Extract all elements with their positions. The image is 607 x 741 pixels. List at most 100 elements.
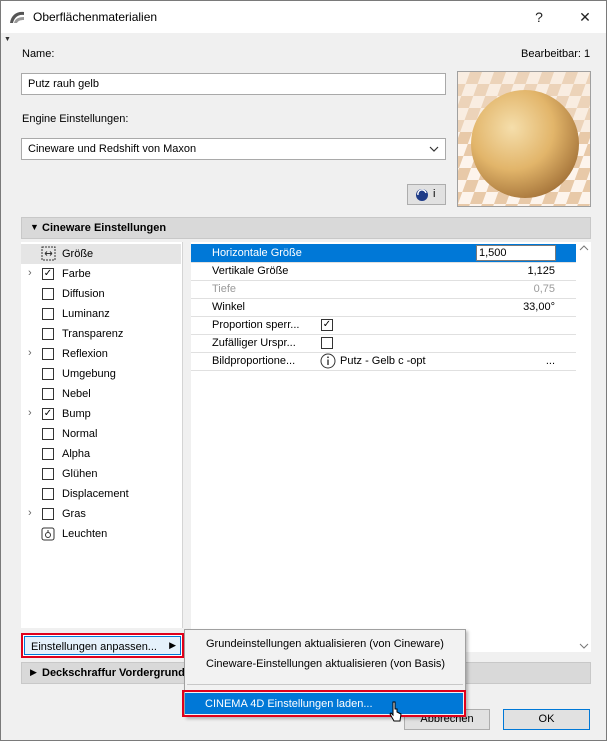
menu-item-update-base[interactable]: Grundeinstellungen aktualisieren (von Ci… xyxy=(206,638,444,650)
list-item[interactable]: › Gras xyxy=(21,504,181,524)
list-item-label: Luminanz xyxy=(62,308,110,320)
light-bulb-icon[interactable] xyxy=(41,527,55,541)
checkbox[interactable]: ✓ xyxy=(42,268,54,280)
list-item[interactable]: Glühen xyxy=(21,464,181,484)
engine-select-value: Cineware und Redshift von Maxon xyxy=(28,143,197,155)
table-row[interactable]: Zufälliger Urspr... xyxy=(191,334,576,352)
name-label: Name: xyxy=(22,48,55,60)
property-name: Horizontale Größe xyxy=(212,247,302,259)
table-row: Tiefe 0,75 xyxy=(191,280,576,298)
collapse-marker-icon: ▼ xyxy=(4,36,11,43)
hatch-section-title: Deckschraffur Vordergrund xyxy=(42,667,185,679)
list-item-label: Nebel xyxy=(62,388,91,400)
list-item-label: Leuchten xyxy=(62,528,108,540)
cineware-section-title: Cineware Einstellungen xyxy=(42,222,167,234)
list-item[interactable]: Alpha xyxy=(21,444,181,464)
scroll-up-icon[interactable] xyxy=(579,244,589,252)
property-name: Proportion sperr... xyxy=(212,319,300,331)
checkbox[interactable]: ✓ xyxy=(42,408,54,420)
random-origin-checkbox[interactable] xyxy=(321,337,333,349)
list-item[interactable]: Umgebung xyxy=(21,364,181,384)
list-item[interactable]: Leuchten xyxy=(21,524,181,544)
channel-list: Größe › ✓ Farbe Diffusion Luminanz Trans… xyxy=(21,242,183,628)
browse-button[interactable]: ... xyxy=(546,355,555,367)
mouse-pointer-icon xyxy=(389,701,402,722)
checkbox[interactable] xyxy=(42,468,54,480)
checkbox[interactable] xyxy=(42,348,54,360)
table-row[interactable]: Winkel 33,00° xyxy=(191,298,576,316)
list-item-label: Gras xyxy=(62,508,86,520)
list-item-label: Transparenz xyxy=(62,328,124,340)
image-proportion-value: Putz - Gelb c -opt xyxy=(340,355,426,367)
list-item[interactable]: Transparenz xyxy=(21,324,181,344)
title-bar: Oberflächenmaterialien ? ✕ xyxy=(1,1,606,33)
checkbox[interactable] xyxy=(42,328,54,340)
table-row[interactable]: Vertikale Größe 1,125 xyxy=(191,262,576,280)
property-panel: Horizontale Größe 1,500 Vertikale Größe … xyxy=(191,242,591,652)
window-title: Oberflächenmaterialien xyxy=(33,10,158,24)
scrollbar[interactable] xyxy=(577,242,591,652)
info-icon: i xyxy=(433,188,436,200)
property-value: 0,75 xyxy=(533,283,555,295)
checkbox[interactable] xyxy=(42,448,54,460)
help-button[interactable]: ? xyxy=(527,5,551,29)
list-item-label: Diffusion xyxy=(62,288,105,300)
property-name: Tiefe xyxy=(212,283,237,295)
list-item-label: Glühen xyxy=(62,468,98,480)
app-icon xyxy=(10,11,24,23)
table-row[interactable]: Bildproportione... Putz - Gelb c -opt ..… xyxy=(191,352,576,370)
table-row[interactable]: Proportion sperr... ✓ xyxy=(191,316,576,334)
property-name: Zufälliger Urspr... xyxy=(212,337,296,349)
menu-divider xyxy=(187,684,463,685)
list-item[interactable]: Diffusion xyxy=(21,284,181,304)
list-item[interactable]: Nebel xyxy=(21,384,181,404)
checkbox[interactable] xyxy=(42,488,54,500)
cineware-section-header[interactable]: ▼ Cineware Einstellungen xyxy=(21,217,591,239)
preview-render-button[interactable]: i xyxy=(407,184,446,205)
list-item-label: Bump xyxy=(62,408,91,420)
chevron-right-icon[interactable]: › xyxy=(28,347,32,359)
checkbox[interactable] xyxy=(42,368,54,380)
checkbox[interactable] xyxy=(42,428,54,440)
property-name: Winkel xyxy=(212,301,246,313)
cinema4d-icon xyxy=(416,189,428,201)
property-value[interactable]: 33,00° xyxy=(523,301,555,313)
list-item[interactable]: Luminanz xyxy=(21,304,181,324)
close-button[interactable]: ✕ xyxy=(573,5,597,29)
name-field[interactable]: Putz rauh gelb xyxy=(21,73,446,95)
list-item[interactable]: › ✓ Farbe xyxy=(21,264,181,284)
adjust-settings-label: Einstellungen anpassen... xyxy=(31,641,157,653)
horizontal-size-input[interactable]: 1,500 xyxy=(476,245,556,261)
menu-item-label: CINEMA 4D Einstellungen laden... xyxy=(205,698,373,710)
checkbox[interactable] xyxy=(42,288,54,300)
chevron-down-icon xyxy=(429,146,439,152)
engine-select[interactable]: Cineware und Redshift von Maxon xyxy=(21,138,446,160)
engine-label: Engine Einstellungen: xyxy=(22,113,129,125)
list-item[interactable]: Größe xyxy=(21,244,181,264)
adjust-settings-button[interactable]: Einstellungen anpassen... ▶ xyxy=(21,633,184,658)
chevron-right-icon[interactable]: › xyxy=(28,267,32,279)
lock-proportion-checkbox[interactable]: ✓ xyxy=(321,319,333,331)
property-value[interactable]: 1,125 xyxy=(527,265,555,277)
list-item[interactable]: Displacement xyxy=(21,484,181,504)
menu-item-load-c4d[interactable]: CINEMA 4D Einstellungen laden... xyxy=(182,690,466,717)
chevron-right-icon[interactable]: › xyxy=(28,507,32,519)
chevron-right-icon[interactable]: › xyxy=(28,407,32,419)
submenu-arrow-icon: ▶ xyxy=(169,640,176,650)
context-menu: Grundeinstellungen aktualisieren (von Ci… xyxy=(182,629,466,717)
list-item[interactable]: › ✓ Bump xyxy=(21,404,181,424)
scroll-down-icon[interactable] xyxy=(579,642,589,650)
checkbox[interactable] xyxy=(42,508,54,520)
material-preview xyxy=(457,71,591,207)
ok-button[interactable]: OK xyxy=(503,709,590,730)
list-item[interactable]: Normal xyxy=(21,424,181,444)
info-circle-icon xyxy=(320,353,336,369)
list-item[interactable]: › Reflexion xyxy=(21,344,181,364)
checkbox[interactable] xyxy=(42,308,54,320)
list-item-label: Normal xyxy=(62,428,98,440)
resize-icon xyxy=(41,246,56,261)
menu-item-update-cineware[interactable]: Cineware-Einstellungen aktualisieren (vo… xyxy=(206,658,445,670)
list-item-label: Umgebung xyxy=(62,368,116,380)
checkbox[interactable] xyxy=(42,388,54,400)
table-row[interactable]: Horizontale Größe 1,500 xyxy=(191,244,576,262)
